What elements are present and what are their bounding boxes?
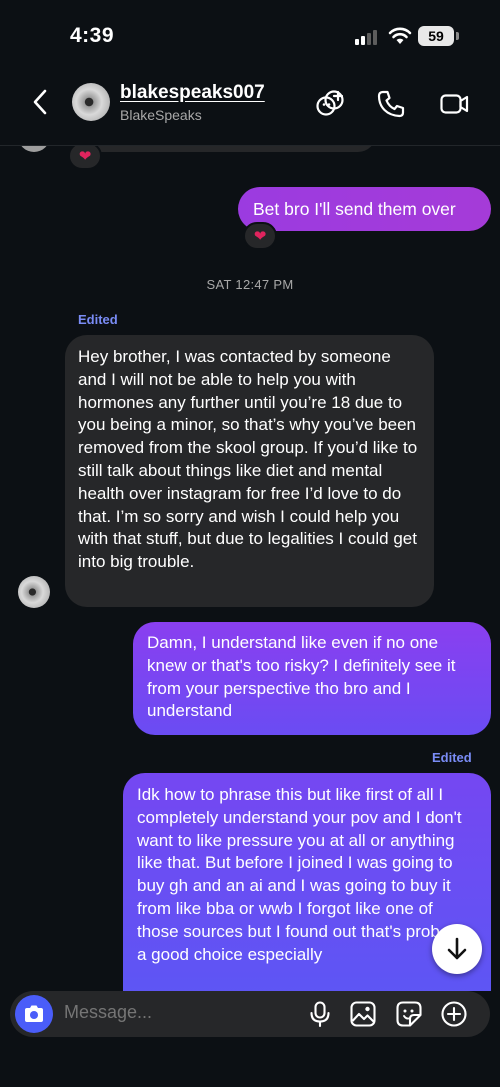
arrow-down-icon [447,937,467,960]
wifi-icon [388,27,412,44]
outgoing-message[interactable]: Damn, I understand like even if no one k… [133,622,491,735]
outgoing-message[interactable]: Bet bro I'll send them over [238,187,491,231]
microphone-icon[interactable] [306,1000,334,1028]
battery-nub [456,32,459,40]
video-icon[interactable] [438,88,470,120]
avatar[interactable] [18,576,50,608]
phone-icon[interactable] [375,88,407,120]
message-timestamp: SAT 12:47 PM [206,277,294,292]
heart-reaction[interactable]: ❤ [243,222,277,250]
avatar[interactable] [18,146,50,152]
message-composer [10,991,490,1037]
incoming-message-partial[interactable] [68,146,376,152]
plus-icon[interactable] [440,1000,468,1028]
cellular-signal-icon [355,29,381,45]
camera-button[interactable] [15,995,53,1033]
avatar[interactable] [72,83,110,121]
image-icon[interactable] [349,1000,377,1028]
edited-label[interactable]: Edited [432,750,472,765]
sticker-icon[interactable] [395,1000,423,1028]
chat-header: blakespeaks007 BlakeSpeaks [0,70,500,146]
status-bar: 4:39 59 [0,0,500,70]
message-thread[interactable]: ❤ Bet bro I'll send them over ❤ SAT 12:4… [0,146,500,991]
chat-username[interactable]: blakespeaks007 [120,82,265,104]
edited-label[interactable]: Edited [78,312,118,327]
heart-reaction[interactable]: ❤ [68,146,102,170]
message-input[interactable] [64,1002,294,1023]
chat-display-name[interactable]: BlakeSpeaks [120,107,202,123]
incoming-message[interactable]: Hey brother, I was contacted by someone … [65,335,434,607]
back-icon[interactable] [28,87,54,117]
battery-level: 59 [418,26,454,46]
scroll-to-bottom-button[interactable] [432,924,482,974]
camera-icon [25,1005,43,1022]
status-time: 4:39 [70,24,115,47]
add-members-icon[interactable] [314,88,346,120]
